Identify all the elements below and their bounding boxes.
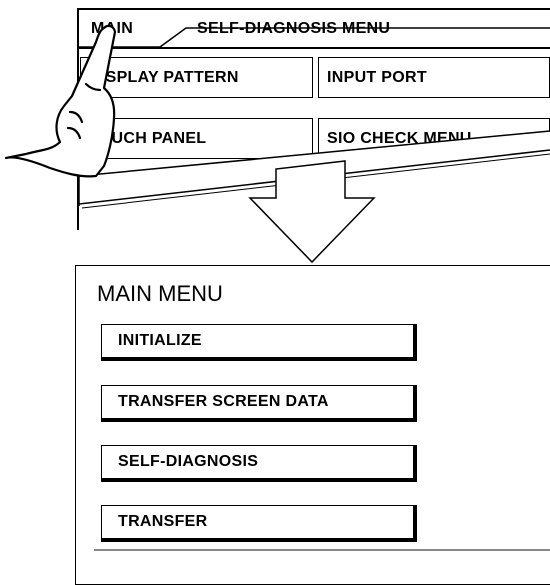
main-menu-title: MAIN MENU bbox=[97, 281, 223, 306]
transfer-screen-data-button[interactable]: TRANSFER SCREEN DATA bbox=[101, 385, 417, 422]
self-diagnosis-label: SELF-DIAGNOSIS bbox=[118, 453, 259, 470]
transfer-label: TRANSFER bbox=[118, 513, 208, 530]
tab-slant bbox=[159, 27, 550, 48]
transfer-screen-data-label: TRANSFER SCREEN DATA bbox=[118, 393, 329, 410]
hand-pointer-icon bbox=[4, 24, 117, 178]
initialize-button[interactable]: INITIALIZE bbox=[101, 324, 417, 361]
self-diagnosis-button[interactable]: SELF-DIAGNOSIS bbox=[101, 445, 417, 482]
initialize-label: INITIALIZE bbox=[118, 332, 202, 349]
panel-footer-line bbox=[94, 549, 550, 551]
transfer-button[interactable]: TRANSFER bbox=[101, 505, 417, 542]
